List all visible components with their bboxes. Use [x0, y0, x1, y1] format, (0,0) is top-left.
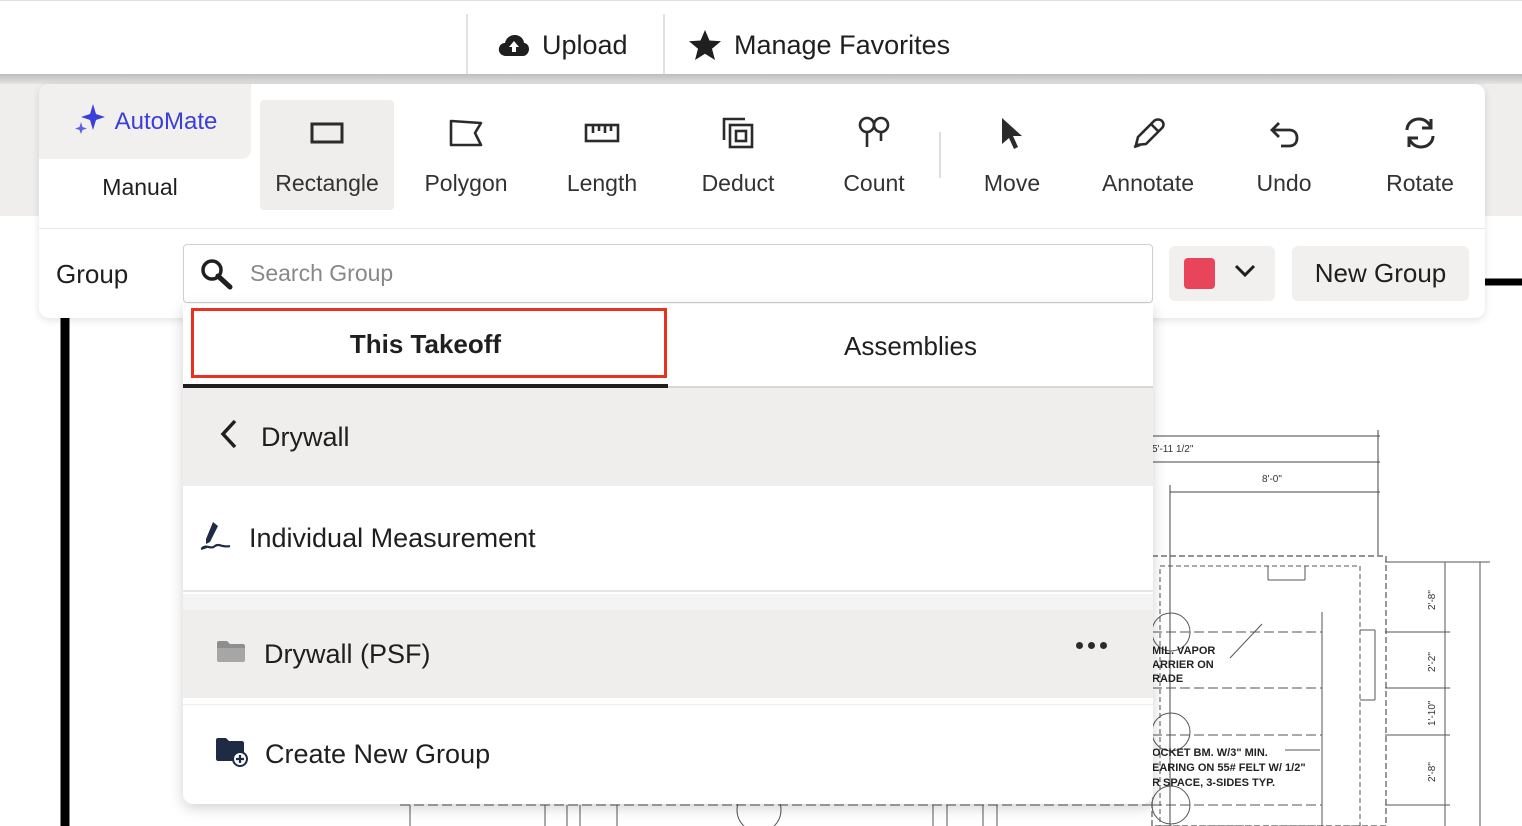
- highlight-box: [191, 308, 667, 378]
- folder-label: Drywall (PSF): [264, 638, 431, 669]
- dim-label: 2'-2": [1427, 652, 1438, 672]
- folder-icon: [216, 639, 246, 670]
- count-label: Count: [843, 170, 905, 196]
- group-label: Group: [56, 259, 129, 289]
- panel-divider: [39, 228, 1485, 229]
- dim-label: 2'-8": [1427, 590, 1438, 610]
- group-dropdown: This Takeoff Assemblies Drywall Individu…: [183, 304, 1153, 804]
- polygon-tool[interactable]: Polygon: [411, 100, 521, 210]
- pointer-icon: [998, 116, 1026, 156]
- undo-tool[interactable]: Undo: [1229, 100, 1339, 210]
- dim-label: 1'-10": [1427, 700, 1438, 726]
- annotate-label: Annotate: [1101, 170, 1195, 196]
- search-icon: [200, 258, 234, 290]
- plan-note: OCKET BM. W/3" MIN.: [1152, 747, 1268, 759]
- rectangle-tool[interactable]: Rectangle: [260, 100, 394, 210]
- move-tool[interactable]: Move: [957, 100, 1067, 210]
- breadcrumb-back[interactable]: Drywall: [183, 388, 1153, 486]
- group-search-box[interactable]: [183, 244, 1153, 303]
- star-icon: [688, 29, 722, 61]
- length-label: Length: [566, 170, 638, 196]
- length-tool[interactable]: Length: [547, 100, 657, 210]
- count-icon: [857, 115, 891, 157]
- folder-item-drywall-psf[interactable]: Drywall (PSF): [183, 610, 1153, 698]
- more-options-icon[interactable]: [1076, 642, 1107, 649]
- manage-favorites-label: Manage Favorites: [734, 29, 951, 60]
- polygon-label: Polygon: [424, 170, 508, 196]
- upload-label: Upload: [542, 29, 628, 60]
- polygon-icon: [448, 118, 484, 154]
- toolbar-separator: [939, 132, 941, 178]
- create-new-group-item[interactable]: Create New Group: [183, 704, 1153, 804]
- dropdown-tabs: This Takeoff Assemblies: [183, 304, 1153, 388]
- plan-note: RADE: [1152, 673, 1183, 685]
- upload-button[interactable]: Upload: [498, 14, 628, 76]
- folder-add-icon: [215, 735, 249, 774]
- color-swatch: [1184, 258, 1215, 289]
- deduct-icon: [721, 116, 755, 156]
- undo-label: Undo: [1256, 170, 1312, 196]
- group-color-picker[interactable]: [1169, 246, 1275, 301]
- automate-button[interactable]: AutoMate: [39, 84, 251, 159]
- automate-label: AutoMate: [114, 107, 218, 135]
- annotate-tool[interactable]: Annotate: [1093, 100, 1203, 210]
- rotate-label: Rotate: [1386, 170, 1454, 196]
- new-group-button[interactable]: New Group: [1292, 246, 1469, 301]
- dim-label: 2'-8": [1427, 762, 1438, 782]
- plan-note: R SPACE, 3-SIDES TYP.: [1152, 777, 1275, 789]
- count-tool[interactable]: Count: [819, 100, 929, 210]
- cloud-upload-icon: [498, 32, 530, 58]
- dim-label: 5'-11 1/2": [1152, 444, 1194, 455]
- plan-note: MIL. VAPOR: [1152, 645, 1215, 657]
- rectangle-icon: [310, 120, 344, 152]
- topbar-shadow: [0, 74, 1522, 84]
- manual-tab[interactable]: Manual: [39, 174, 241, 201]
- manual-label: Manual: [102, 174, 178, 200]
- individual-measurement-label: Individual Measurement: [249, 522, 536, 553]
- plan-note: EARING ON 55# FELT W/ 1/2": [1152, 762, 1306, 774]
- tab-label: Assemblies: [844, 330, 977, 361]
- individual-measurement-item[interactable]: Individual Measurement: [183, 486, 1153, 592]
- tab-assemblies[interactable]: Assemblies: [668, 304, 1153, 388]
- toolbar-panel: AutoMate Manual Rectangle Polygon Length…: [39, 84, 1485, 318]
- rectangle-label: Rectangle: [275, 170, 379, 196]
- topbar-divider: [663, 14, 665, 76]
- breadcrumb-label: Drywall: [261, 421, 350, 452]
- deduct-tool[interactable]: Deduct: [683, 100, 793, 210]
- group-search-input[interactable]: [250, 260, 1110, 287]
- move-label: Move: [983, 170, 1041, 196]
- topbar-divider: [466, 14, 468, 76]
- deduct-label: Deduct: [701, 170, 775, 196]
- plan-note: ARRIER ON: [1152, 659, 1214, 671]
- rotate-tool[interactable]: Rotate: [1365, 100, 1475, 210]
- pencil-icon: [1131, 116, 1165, 156]
- manage-favorites-button[interactable]: Manage Favorites: [688, 14, 950, 76]
- sparkle-icon: [73, 102, 107, 141]
- signature-pen-icon: [199, 518, 233, 559]
- new-group-label: New Group: [1314, 258, 1447, 288]
- rotate-icon: [1403, 116, 1437, 156]
- chevron-down-icon: [1233, 263, 1257, 284]
- chevron-left-icon: [219, 418, 239, 457]
- undo-icon: [1267, 118, 1301, 154]
- dim-label: 8'-0": [1262, 474, 1282, 485]
- list-spacer: [183, 594, 1153, 610]
- ruler-icon: [584, 120, 620, 152]
- top-bar: Upload Manage Favorites: [0, 0, 1522, 76]
- create-new-group-label: Create New Group: [265, 739, 491, 769]
